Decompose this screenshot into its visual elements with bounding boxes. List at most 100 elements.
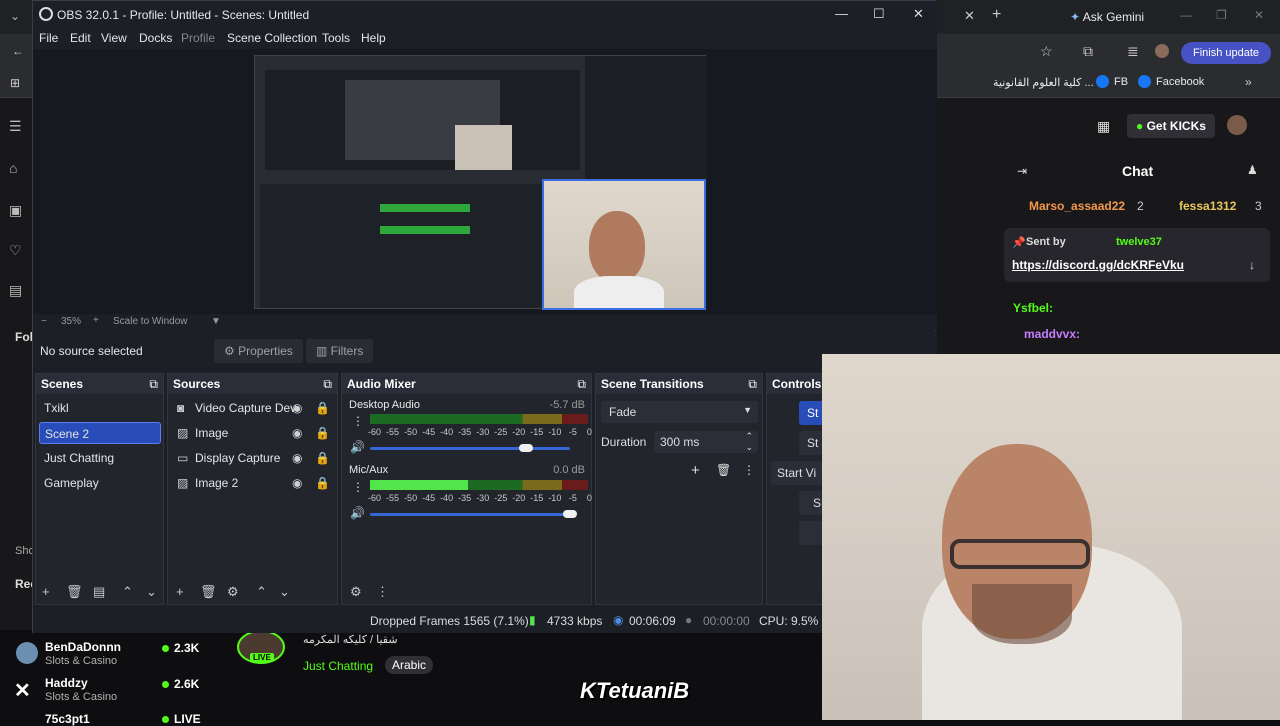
source-item[interactable]: ▨ Image ◉ 🔒 bbox=[171, 422, 336, 444]
channel-menu-icon[interactable]: ⋮ bbox=[352, 414, 364, 428]
lock-icon[interactable]: 🔒 bbox=[315, 472, 330, 494]
finish-update-button[interactable]: Finish update bbox=[1181, 42, 1271, 64]
gear-icon[interactable]: ⚙ bbox=[350, 584, 362, 600]
properties-button[interactable]: ⚙ Properties bbox=[214, 339, 303, 363]
menu-docks[interactable]: Docks bbox=[139, 31, 172, 45]
chat-username[interactable]: maddvvx: bbox=[1024, 327, 1080, 341]
filters-icon[interactable]: ▤ bbox=[93, 584, 105, 600]
minimize-icon[interactable]: — bbox=[1180, 8, 1192, 22]
profile-avatar[interactable] bbox=[1155, 44, 1169, 58]
lock-icon[interactable]: 🔒 bbox=[315, 397, 330, 419]
chat-users-icon[interactable]: ♟ bbox=[1247, 163, 1258, 177]
reading-list-icon[interactable]: ≣ bbox=[1127, 43, 1139, 60]
menu-view[interactable]: View bbox=[101, 31, 127, 45]
move-up-icon[interactable]: ⌃ bbox=[122, 584, 133, 600]
trash-icon[interactable]: 🗑 bbox=[66, 584, 83, 600]
trash-icon[interactable]: 🗑 bbox=[200, 584, 217, 600]
start-recording-button[interactable]: St bbox=[799, 431, 823, 455]
bookmark-law-faculty[interactable]: كلية العلوم القانونية ... bbox=[993, 76, 1094, 89]
scene-item-selected[interactable]: Scene 2 bbox=[39, 422, 161, 444]
eye-icon[interactable]: ◉ bbox=[292, 447, 302, 469]
trash-icon[interactable]: 🗑 bbox=[716, 463, 731, 477]
menu-profile[interactable]: Profile bbox=[181, 31, 215, 45]
scene-item[interactable]: Just Chatting bbox=[39, 447, 161, 469]
gear-icon[interactable]: ⚙ bbox=[227, 584, 239, 600]
channel-name[interactable]: 75c3pt1 bbox=[45, 712, 90, 726]
volume-slider[interactable] bbox=[370, 513, 570, 516]
menu-icon[interactable]: ☰ bbox=[9, 118, 22, 135]
menu-file[interactable]: File bbox=[39, 31, 58, 45]
pinned-message[interactable]: 📌 Sent by twelve37 https://discord.gg/dc… bbox=[1004, 228, 1270, 282]
close-window-icon[interactable]: ✕ bbox=[1254, 8, 1264, 22]
ask-gemini-button[interactable]: ✦ Ask Gemini bbox=[1062, 7, 1152, 27]
add-icon[interactable]: + bbox=[691, 462, 700, 479]
menu-scene-collection[interactable]: Scene Collection bbox=[227, 31, 317, 45]
eye-icon[interactable]: ◉ bbox=[292, 472, 302, 494]
wallet-icon[interactable]: ▦ bbox=[1097, 118, 1110, 135]
speaker-icon[interactable]: 🔊 bbox=[350, 506, 365, 520]
add-icon[interactable]: + bbox=[42, 584, 50, 599]
channel-avatar[interactable] bbox=[16, 642, 38, 664]
move-down-icon[interactable]: ⌄ bbox=[279, 584, 290, 600]
eye-icon[interactable]: ◉ bbox=[292, 422, 302, 444]
lock-icon[interactable]: 🔒 bbox=[315, 447, 330, 469]
eye-icon[interactable]: ◉ bbox=[292, 397, 302, 419]
source-item[interactable]: ▨ Image 2 ◉ 🔒 bbox=[171, 472, 336, 494]
following-icon[interactable]: ♡ bbox=[9, 242, 22, 259]
home-icon[interactable]: ⌂ bbox=[9, 160, 17, 176]
source-item[interactable]: ▭ Display Capture ◉ 🔒 bbox=[171, 447, 336, 469]
back-icon[interactable]: ← bbox=[12, 44, 24, 58]
chat-username[interactable]: Ysfbel: bbox=[1013, 301, 1053, 315]
add-icon[interactable]: + bbox=[176, 584, 184, 599]
menu-help[interactable]: Help bbox=[361, 31, 386, 45]
bookmark-fb[interactable]: FB bbox=[1114, 76, 1128, 88]
filters-button[interactable]: ▥ Filters bbox=[306, 339, 374, 363]
tab-list-icon[interactable]: ⌄ bbox=[10, 9, 20, 23]
speaker-icon[interactable]: 🔊 bbox=[350, 440, 365, 454]
volume-slider[interactable] bbox=[370, 447, 570, 450]
undock-icon[interactable]: ⧉ bbox=[577, 377, 586, 392]
zoom-out-icon[interactable]: − bbox=[41, 316, 47, 327]
scale-mode[interactable]: Scale to Window bbox=[113, 316, 187, 327]
move-down-icon[interactable]: ⌄ bbox=[146, 584, 157, 600]
user-avatar[interactable] bbox=[1227, 115, 1247, 135]
undock-icon[interactable]: ⧉ bbox=[149, 377, 158, 392]
close-icon[interactable]: ✕ bbox=[913, 6, 924, 22]
volume-slider-handle[interactable] bbox=[519, 444, 533, 452]
lock-icon[interactable]: 🔒 bbox=[315, 422, 330, 444]
menu-tools[interactable]: Tools bbox=[322, 31, 350, 45]
duration-input[interactable]: 300 ms ⌃ ⌄ bbox=[654, 431, 758, 453]
undock-icon[interactable]: ⧉ bbox=[748, 377, 757, 392]
transition-select[interactable]: Fade ▼ bbox=[601, 401, 758, 423]
scene-item[interactable]: Txikl bbox=[39, 397, 161, 419]
webcam-source-selected[interactable] bbox=[542, 179, 706, 310]
close-tab-icon[interactable]: ✕ bbox=[964, 8, 975, 24]
scale-dropdown-icon[interactable]: ▼ bbox=[211, 316, 221, 327]
apps-grid-icon[interactable]: ⊞ bbox=[10, 76, 20, 90]
menu-edit[interactable]: Edit bbox=[70, 31, 91, 45]
stream-category[interactable]: Just Chatting bbox=[303, 659, 373, 673]
studio-mode-button[interactable]: S bbox=[799, 491, 823, 515]
more-bookmarks-icon[interactable]: » bbox=[1245, 75, 1252, 89]
start-streaming-button[interactable]: St bbox=[799, 401, 823, 425]
bookmark-facebook[interactable]: Facebook bbox=[1156, 76, 1204, 88]
channel-avatar[interactable]: ✕ bbox=[14, 678, 31, 703]
chat-top-user[interactable]: fessa1312 bbox=[1179, 199, 1236, 213]
move-up-icon[interactable]: ⌃ bbox=[256, 584, 267, 600]
settings-button[interactable] bbox=[799, 521, 823, 545]
channel-name[interactable]: Haddzy bbox=[45, 676, 88, 690]
stepper-icon[interactable]: ⌃ ⌄ bbox=[745, 431, 753, 453]
pinned-sender[interactable]: twelve37 bbox=[1116, 236, 1162, 248]
start-virtual-camera-button[interactable]: Start Vi bbox=[771, 461, 823, 485]
browse-icon[interactable]: ▣ bbox=[9, 202, 22, 219]
minimize-icon[interactable]: — bbox=[835, 6, 848, 21]
zoom-in-icon[interactable]: + bbox=[93, 315, 99, 326]
language-tag[interactable]: Arabic bbox=[385, 656, 434, 674]
chat-top-user[interactable]: Marso_assaad22 bbox=[1029, 199, 1125, 213]
pinned-link[interactable]: https://discord.gg/dcKRFeVku bbox=[1012, 258, 1184, 272]
expand-pinned-icon[interactable]: ↓ bbox=[1249, 258, 1255, 272]
undock-icon[interactable]: ⧉ bbox=[323, 377, 332, 392]
clips-icon[interactable]: ▤ bbox=[9, 282, 22, 299]
collapse-chat-icon[interactable]: ⇥ bbox=[1017, 164, 1027, 178]
channel-menu-icon[interactable]: ⋮ bbox=[352, 480, 364, 494]
